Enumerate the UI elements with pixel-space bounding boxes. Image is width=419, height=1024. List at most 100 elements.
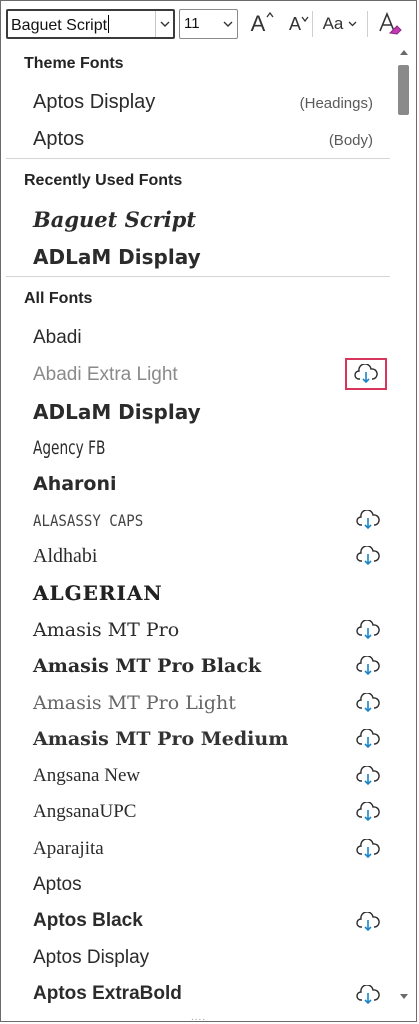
font-item-label: AngsanaUPC — [33, 801, 137, 822]
section-header-theme-fonts: Theme Fonts — [24, 55, 124, 72]
download-font-button[interactable] — [355, 983, 381, 1007]
cloud-download-icon — [356, 620, 380, 640]
font-list: Theme Fonts Aptos Display (Headings) Apt… — [1, 45, 393, 1021]
cloud-download-icon — [356, 802, 380, 822]
section-divider — [6, 276, 390, 277]
clear-formatting-icon — [379, 11, 402, 35]
cloud-download-icon — [356, 985, 380, 1005]
font-list-item[interactable]: Aldhabi — [33, 545, 385, 568]
grow-font-label: A — [250, 11, 266, 36]
change-case-icon: Aa — [322, 14, 344, 33]
cloud-download-icon — [356, 912, 380, 932]
font-list-item[interactable]: Agency FB — [33, 437, 286, 459]
font-size-input[interactable]: 11 — [184, 15, 200, 32]
cloud-download-icon — [356, 729, 380, 749]
font-toolbar: Baguet Script 11 A A Aa — [1, 1, 416, 45]
font-list-item[interactable]: Amasis MT Pro Medium — [33, 728, 385, 750]
shrink-font-button[interactable]: A — [281, 9, 309, 39]
cloud-download-icon — [356, 656, 380, 676]
clear-formatting-button[interactable] — [375, 9, 405, 39]
font-dropdown-panel: Baguet Script 11 A A Aa Theme Fonts Apto… — [0, 0, 417, 1022]
font-list-item[interactable]: Aptos — [33, 874, 385, 896]
font-list-item[interactable]: ALASASSY CAPS — [33, 511, 343, 530]
section-header-recent-fonts: Recently Used Fonts — [24, 172, 183, 189]
font-item-label: Abadi Extra Light — [33, 364, 178, 385]
download-font-button[interactable] — [355, 508, 381, 532]
toolbar-separator — [367, 11, 368, 37]
font-item-label: ADLaM Display — [33, 400, 201, 424]
font-item-label: ALASASSY CAPS — [33, 511, 144, 530]
shrink-font-icon: A — [288, 13, 309, 35]
font-item-label: Angsana New — [33, 765, 141, 786]
section-header-all-fonts: All Fonts — [24, 290, 93, 307]
font-list-item[interactable]: Amasis MT Pro Light — [33, 692, 385, 714]
font-item-label: Aptos Black — [33, 910, 143, 931]
download-font-button[interactable] — [355, 837, 381, 861]
download-font-button[interactable] — [355, 691, 381, 715]
section-divider — [6, 158, 390, 159]
download-font-button[interactable] — [355, 618, 381, 642]
scrollbar-thumb[interactable] — [398, 65, 409, 115]
cloud-download-icon — [356, 546, 380, 566]
font-list-item[interactable]: ALGERIAN — [33, 581, 385, 605]
cloud-download-icon — [356, 693, 380, 713]
download-font-button[interactable] — [355, 544, 381, 568]
font-role-tag: (Headings) — [299, 95, 373, 112]
font-item-label: Amasis MT Pro Light — [33, 692, 236, 714]
theme-font-item[interactable]: Aptos Display (Headings) — [33, 91, 385, 114]
chevron-down-icon — [348, 21, 357, 27]
download-font-button[interactable] — [355, 727, 381, 751]
font-list-item[interactable]: Abadi — [33, 327, 385, 349]
font-item-label: Aptos — [33, 874, 82, 895]
font-list-item[interactable]: Amasis MT Pro — [33, 619, 385, 641]
font-list-item[interactable]: Abadi Extra Light — [33, 364, 385, 386]
font-item-label: Baguet Script — [33, 207, 197, 232]
resize-grip[interactable]: .... — [191, 1012, 206, 1021]
cloud-download-icon — [356, 839, 380, 859]
scroll-up-icon[interactable] — [399, 49, 409, 56]
change-case-button[interactable]: Aa — [317, 9, 363, 39]
font-item-label: Aparajita — [33, 838, 104, 859]
font-size-combobox[interactable]: 11 — [179, 9, 238, 39]
font-list-item[interactable]: Aptos ExtraBold — [33, 983, 385, 1005]
font-item-label: Aptos Display — [33, 91, 156, 113]
font-list-item[interactable]: Aparajita — [33, 838, 385, 860]
font-list-item[interactable]: Aharoni — [33, 473, 385, 495]
font-name-combobox[interactable]: Baguet Script — [6, 9, 175, 39]
font-list-item[interactable]: AngsanaUPC — [33, 801, 385, 823]
font-list-item[interactable]: Amasis MT Pro Black — [33, 655, 385, 677]
cloud-download-icon — [354, 364, 378, 384]
download-font-button[interactable] — [355, 764, 381, 788]
font-item-label: Abadi — [33, 327, 82, 348]
cloud-download-icon — [356, 766, 380, 786]
font-item-label: Aldhabi — [33, 545, 98, 567]
grow-font-icon: A — [250, 11, 274, 37]
font-list-item[interactable]: Aptos Display — [33, 947, 385, 969]
shrink-font-label: A — [288, 13, 301, 34]
font-list-item[interactable]: Aptos Black — [33, 910, 385, 932]
recent-font-item[interactable]: ADLaM Display — [33, 245, 385, 269]
grow-font-button[interactable]: A — [244, 9, 274, 39]
font-name-input[interactable]: Baguet Script — [11, 15, 109, 35]
download-font-button[interactable] — [345, 358, 387, 390]
chevron-down-icon — [160, 21, 169, 27]
font-item-label: Amasis MT Pro — [33, 619, 180, 641]
font-list-item[interactable]: ADLaM Display — [33, 400, 385, 424]
scroll-down-icon[interactable] — [399, 993, 409, 1000]
font-item-label: Aptos ExtraBold — [33, 983, 182, 1004]
download-font-button[interactable] — [355, 910, 381, 934]
font-item-label: Aharoni — [33, 473, 117, 495]
download-font-button[interactable] — [355, 654, 381, 678]
font-item-label: Amasis MT Pro Medium — [33, 728, 289, 750]
toolbar-separator — [312, 11, 313, 37]
font-name-dropdown-button[interactable] — [155, 11, 173, 37]
recent-font-item[interactable]: Baguet Script — [33, 207, 385, 232]
font-item-label: ADLaM Display — [33, 245, 201, 269]
chevron-down-icon[interactable] — [222, 17, 234, 31]
font-list-item[interactable]: Angsana New — [33, 765, 385, 787]
font-item-label: Amasis MT Pro Black — [33, 655, 262, 677]
vertical-scrollbar[interactable] — [394, 45, 416, 1021]
font-role-tag: (Body) — [328, 132, 373, 149]
download-font-button[interactable] — [355, 800, 381, 824]
theme-font-item[interactable]: Aptos (Body) — [33, 128, 385, 151]
